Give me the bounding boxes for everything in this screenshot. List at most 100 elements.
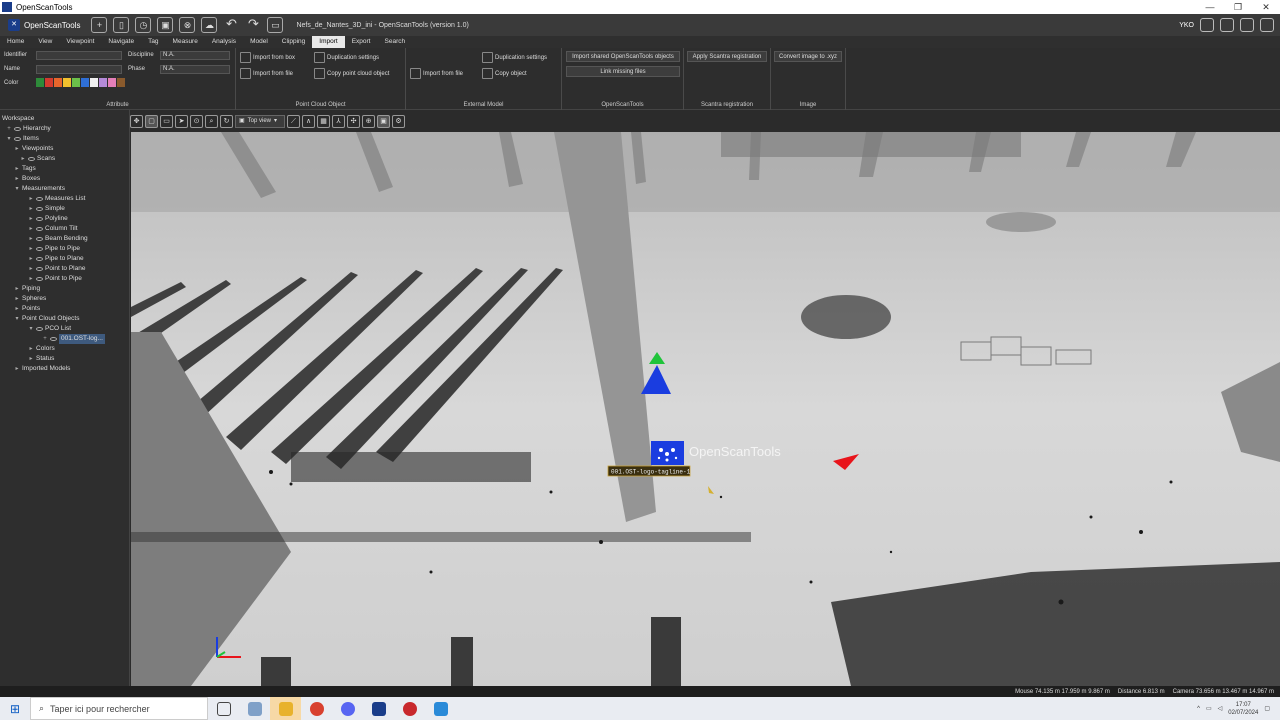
- section-icon[interactable]: ▦: [317, 114, 330, 128]
- axis-icon[interactable]: ⅄: [332, 114, 345, 128]
- app-logo[interactable]: ✕ OpenScanTools: [0, 19, 88, 31]
- move-icon[interactable]: ✣: [347, 114, 360, 128]
- tab-measure[interactable]: Measure: [166, 36, 205, 48]
- pco-import-from-file-button[interactable]: Import from file: [240, 68, 293, 79]
- recorder-icon[interactable]: [394, 697, 425, 720]
- windows-start-icon[interactable]: ⊞: [0, 702, 30, 716]
- tab-home[interactable]: Home: [0, 36, 31, 48]
- box-select-icon[interactable]: ▢: [145, 114, 158, 128]
- eye-icon[interactable]: [36, 217, 43, 221]
- model-import-from-file-button[interactable]: Import from file: [410, 68, 463, 79]
- tree-viewpoints[interactable]: ▸ Viewpoints: [14, 144, 53, 154]
- save-icon[interactable]: ▣: [157, 17, 174, 33]
- recent-icon[interactable]: ◷: [135, 17, 152, 33]
- fullscreen-icon[interactable]: [1260, 18, 1274, 32]
- perspective-icon[interactable]: ▭: [160, 114, 173, 128]
- maximize-button[interactable]: ❐: [1224, 2, 1252, 13]
- eye-icon[interactable]: [36, 327, 43, 331]
- zoom-icon[interactable]: ⌕: [205, 114, 218, 128]
- phase-select[interactable]: N.A.: [160, 65, 230, 74]
- color-swatch[interactable]: [117, 78, 125, 87]
- tree-column-tilt[interactable]: ▸ Column Tilt: [28, 224, 77, 234]
- angle-icon[interactable]: ∧: [302, 114, 315, 128]
- tab-export[interactable]: Export: [345, 36, 378, 48]
- link-missing-files-button[interactable]: Link missing files: [566, 66, 680, 77]
- tree-point-to-pipe[interactable]: ▸ Point to Pipe: [28, 274, 81, 284]
- eye-icon[interactable]: [36, 227, 43, 231]
- view-select[interactable]: ▣ Top view ▾: [235, 114, 285, 128]
- tree-points[interactable]: ▸ Points: [14, 304, 40, 314]
- eye-icon[interactable]: [14, 127, 21, 131]
- notification-icon[interactable]: ▢: [1264, 705, 1270, 712]
- volume-icon[interactable]: ◁: [1218, 705, 1223, 712]
- close-window-button[interactable]: ✕: [1252, 2, 1280, 13]
- ortho-icon[interactable]: ▣: [377, 114, 390, 128]
- tree-status[interactable]: ▸ Status: [28, 354, 54, 364]
- clock[interactable]: 17:07 02/07/2024: [1228, 701, 1258, 717]
- copy-pco-button[interactable]: Copy point cloud object: [314, 68, 389, 79]
- tree-spheres[interactable]: ▸ Spheres: [14, 294, 46, 304]
- ruler-icon[interactable]: ⟋: [287, 114, 300, 128]
- openscantools-taskbar-icon[interactable]: [363, 697, 394, 720]
- tree-imported-models[interactable]: ▸ Imported Models: [14, 364, 70, 374]
- tab-model[interactable]: Model: [243, 36, 275, 48]
- color-swatch[interactable]: [108, 78, 116, 87]
- tab-navigate[interactable]: Navigate: [101, 36, 141, 48]
- import-shared-objects-button[interactable]: Import shared OpenScanTools objects: [566, 51, 680, 62]
- eye-icon[interactable]: [36, 247, 43, 251]
- tree-pipe-to-plane[interactable]: ▸ Pipe to Plane: [28, 254, 83, 264]
- taskbar-search[interactable]: ⌕ Taper ici pour rechercher: [30, 697, 208, 720]
- color-swatch[interactable]: [45, 78, 53, 87]
- import-from-box-button[interactable]: Import from box: [240, 52, 295, 63]
- tree-beam-bending[interactable]: ▸ Beam Bending: [28, 234, 87, 244]
- cloud-icon[interactable]: ☁: [201, 17, 218, 33]
- taskbar-app-icon[interactable]: [239, 697, 270, 720]
- discord-icon[interactable]: [332, 697, 363, 720]
- pan-icon[interactable]: ✥: [130, 114, 143, 128]
- tree-items[interactable]: ▾ Items: [6, 134, 38, 144]
- eye-icon[interactable]: [36, 197, 43, 201]
- open-project-icon[interactable]: ▯: [113, 17, 130, 33]
- keyboard-icon[interactable]: [1240, 18, 1254, 32]
- file-explorer-icon[interactable]: [270, 697, 301, 720]
- convert-image-button[interactable]: Convert image to .xyz: [774, 51, 842, 62]
- eye-icon[interactable]: [36, 207, 43, 211]
- tab-tag[interactable]: Tag: [141, 36, 165, 48]
- name-field[interactable]: [36, 65, 122, 74]
- headset-icon[interactable]: [1200, 18, 1214, 32]
- new-project-icon[interactable]: +: [91, 17, 108, 33]
- tree-scans[interactable]: ▸ Scans: [20, 154, 55, 164]
- tree-point-to-plane[interactable]: ▸ Point to Plane: [28, 264, 85, 274]
- tree-pco-list[interactable]: ▾ PCO List: [28, 324, 71, 334]
- pco-duplication-settings-button[interactable]: Duplication settings: [314, 52, 379, 63]
- tree-pco-item[interactable]: +001.OST-log...: [42, 334, 105, 344]
- discipline-select[interactable]: N.A.: [160, 51, 230, 60]
- tree-hierarchy[interactable]: + Hierarchy: [6, 124, 51, 134]
- redo-icon[interactable]: ↷: [245, 17, 261, 33]
- model-duplication-settings-button[interactable]: Duplication settings: [482, 52, 547, 63]
- identifier-field[interactable]: [36, 51, 122, 60]
- settings-icon[interactable]: [1220, 18, 1234, 32]
- task-view-icon[interactable]: [208, 697, 239, 720]
- tab-analysis[interactable]: Analysis: [205, 36, 243, 48]
- eye-icon[interactable]: [14, 137, 21, 141]
- tree-point-cloud-objects[interactable]: ▾ Point Cloud Objects: [14, 314, 79, 324]
- tab-import[interactable]: Import: [312, 36, 345, 48]
- undo-icon[interactable]: ↶: [223, 17, 239, 33]
- color-swatch[interactable]: [54, 78, 62, 87]
- minimize-button[interactable]: —: [1196, 2, 1224, 13]
- apply-scantra-button[interactable]: Apply Scantra registration: [687, 51, 767, 62]
- settings-view-icon[interactable]: ⚙: [392, 114, 405, 128]
- tree-pipe-to-pipe[interactable]: ▸ Pipe to Pipe: [28, 244, 80, 254]
- tab-clipping[interactable]: Clipping: [275, 36, 313, 48]
- eye-icon[interactable]: [36, 267, 43, 271]
- color-swatch[interactable]: [72, 78, 80, 87]
- tree-tags[interactable]: ▸ Tags: [14, 164, 35, 174]
- globe-icon[interactable]: ⊕: [362, 114, 375, 128]
- tree-measurements[interactable]: ▾ Measurements: [14, 184, 65, 194]
- copy-object-button[interactable]: Copy object: [482, 68, 527, 79]
- color-swatch[interactable]: [36, 78, 44, 87]
- tab-view[interactable]: View: [31, 36, 59, 48]
- color-swatch[interactable]: [81, 78, 89, 87]
- tree-measures-list[interactable]: ▸ Measures List: [28, 194, 85, 204]
